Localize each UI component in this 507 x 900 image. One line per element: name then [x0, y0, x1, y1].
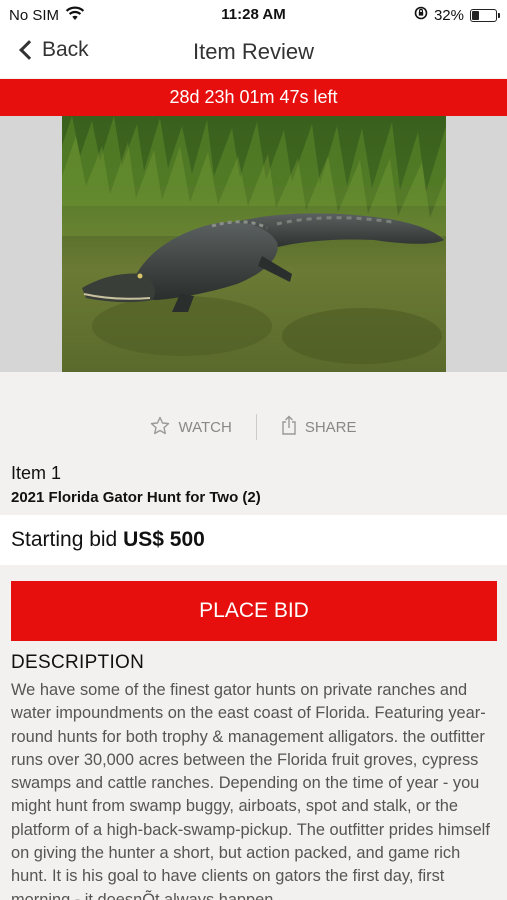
page-title: Item Review — [192, 39, 315, 64]
star-outline-icon — [150, 416, 170, 439]
item-title: 2021 Florida Gator Hunt for Two (2) — [11, 489, 261, 506]
share-button[interactable]: SHARE — [281, 415, 357, 439]
orientation-lock-icon — [414, 6, 428, 24]
item-actions: WATCH SHARE — [0, 405, 507, 449]
battery-percent: 32% — [433, 6, 464, 24]
starting-bid: Starting bid US$ 500 — [11, 528, 205, 552]
status-bar: No SIM 11:28 AM 32% — [0, 0, 507, 30]
place-bid-button[interactable]: PLACE BID — [11, 581, 497, 641]
starting-bid-label: Starting bid — [11, 528, 118, 551]
battery-level — [472, 10, 479, 20]
watch-button[interactable]: WATCH — [150, 416, 232, 439]
share-label: SHARE — [304, 418, 357, 436]
actions-divider — [255, 414, 257, 440]
item-photo[interactable] — [62, 116, 446, 372]
battery-icon — [470, 8, 500, 22]
status-right: 32% — [414, 6, 500, 24]
countdown-banner: 28d 23h 01m 47s left — [0, 79, 507, 116]
share-icon — [281, 415, 297, 439]
starting-bid-amount: US$ 500 — [123, 528, 205, 551]
description-heading: DESCRIPTION — [11, 652, 145, 673]
nav-bar: Back Item Review — [0, 30, 507, 78]
description-body: We have some of the finest gator hunts o… — [11, 681, 490, 900]
item-number: Item 1 — [11, 463, 62, 483]
starting-bid-row: Starting bid US$ 500 — [0, 515, 507, 565]
item-image-area — [0, 116, 507, 372]
watch-label: WATCH — [178, 418, 232, 436]
